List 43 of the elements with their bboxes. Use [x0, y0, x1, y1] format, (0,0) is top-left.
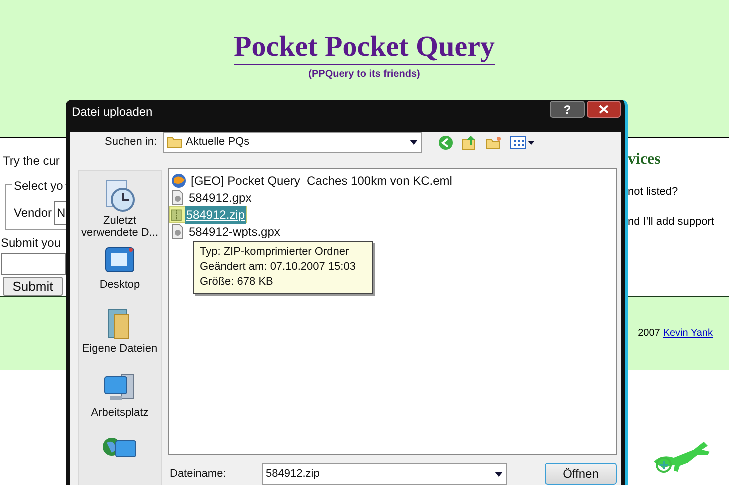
copyright-year: 2007	[638, 327, 660, 341]
vendor-label: Vendor	[14, 205, 52, 222]
body-text: not listed?	[628, 185, 680, 200]
page-subtitle: (PPQuery to its friends)	[308, 68, 420, 82]
file-item[interactable]: [GEO] Pocket Query Caches 100km von KC.eml	[190, 172, 454, 190]
globe-icon	[171, 172, 187, 188]
dropdown-caret-icon	[495, 472, 503, 476]
author-link[interactable]: Kevin Yank	[663, 326, 713, 341]
tooltip-line: Geändert am: 07.10.2007 15:03	[200, 260, 357, 275]
folder-up-icon[interactable]	[462, 134, 478, 150]
place-label: Desktop	[98, 279, 142, 291]
close-icon	[599, 105, 609, 114]
place-label: Eigene Dateien	[81, 343, 159, 355]
body-text: nd I'll add support	[628, 214, 716, 230]
dropdown-caret-icon	[410, 140, 418, 145]
look-in-value: Aktuelle PQs	[186, 135, 251, 150]
new-folder-icon[interactable]	[486, 136, 502, 150]
file-item[interactable]: 584912.zip	[185, 206, 246, 224]
tooltip-line: Größe: 678 KB	[200, 275, 274, 290]
submit-label: Submit you	[1, 235, 62, 252]
file-item[interactable]: 584912-wpts.gpx	[188, 222, 282, 240]
look-in-combo[interactable]: Aktuelle PQs	[163, 132, 422, 153]
help-button[interactable]: ?	[550, 101, 585, 118]
document-icon	[171, 190, 185, 206]
filename-combo[interactable]: 584912.zip	[262, 463, 507, 485]
filename-value: 584912.zip	[266, 466, 321, 482]
place-label: Arbeitsplatz	[90, 407, 150, 419]
submit-button[interactable]: Submit	[3, 277, 63, 296]
tooltip-line: Typ: ZIP-komprimierter Ordner	[200, 245, 350, 260]
folder-icon	[167, 136, 183, 149]
document-icon	[171, 224, 185, 240]
close-button[interactable]	[587, 101, 621, 118]
intro-text: Try the cur	[3, 153, 61, 170]
place-label: Zuletzt verwendete D...	[80, 215, 160, 239]
file-item[interactable]: 584912.gpx	[188, 188, 253, 206]
dialog-title: Datei uploaden	[72, 104, 153, 121]
look-in-label: Suchen in:	[104, 135, 158, 150]
open-button[interactable]: Öffnen	[545, 463, 617, 485]
text-input[interactable]	[1, 253, 66, 275]
view-menu-icon[interactable]	[510, 136, 536, 150]
section-heading: vices	[628, 150, 662, 170]
page-title: Pocket Pocket Query	[234, 30, 495, 65]
filename-label: Dateiname:	[170, 466, 228, 482]
